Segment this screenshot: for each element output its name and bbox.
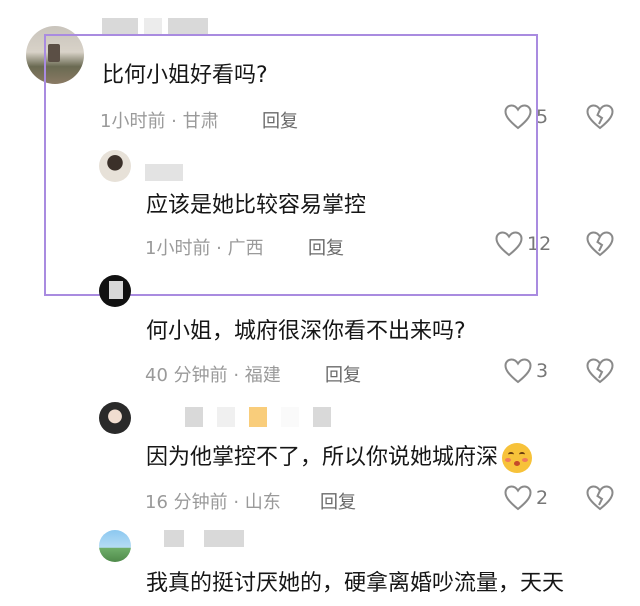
comment-text: 应该是她比较容易掌控 <box>146 193 367 218</box>
broken-heart-icon <box>586 485 614 511</box>
heart-icon <box>495 231 523 257</box>
dislike-button[interactable] <box>586 485 614 511</box>
like-button[interactable]: 5 <box>504 104 548 130</box>
like-count: 5 <box>536 106 549 128</box>
like-button[interactable]: 12 <box>495 231 551 257</box>
blushing-emoji-icon <box>502 443 533 473</box>
comment-text: 因为他掌控不了，所以你说她城府深 <box>146 443 533 473</box>
comment-meta: 40 分钟前 · 福建 <box>145 365 281 386</box>
comment-text: 何小姐，城府很深你看不出来吗? <box>146 319 466 344</box>
avatar[interactable] <box>99 275 131 307</box>
heart-icon <box>504 358 532 384</box>
reply-button[interactable]: 回复 <box>320 488 356 514</box>
reply-button[interactable]: 回复 <box>308 234 344 260</box>
comment-meta: 1小时前 · 甘肃 <box>100 111 219 132</box>
username-redacted[interactable] <box>164 530 244 547</box>
like-button[interactable]: 2 <box>504 485 548 511</box>
heart-icon <box>504 104 532 130</box>
broken-heart-icon <box>586 231 614 257</box>
heart-icon <box>504 485 532 511</box>
broken-heart-icon <box>586 358 614 384</box>
username-redacted[interactable] <box>145 164 183 181</box>
like-count: 3 <box>536 360 549 382</box>
reply-button[interactable]: 回复 <box>262 107 298 133</box>
broken-heart-icon <box>586 104 614 130</box>
dislike-button[interactable] <box>586 358 614 384</box>
reply-button[interactable]: 回复 <box>325 361 361 387</box>
avatar[interactable] <box>26 26 84 84</box>
username-redacted[interactable] <box>185 407 331 427</box>
username-redacted[interactable] <box>102 18 208 35</box>
avatar[interactable] <box>99 150 131 182</box>
comment-text: 我真的挺讨厌她的，硬拿离婚吵流量，天天 <box>146 571 565 596</box>
like-button[interactable]: 3 <box>504 358 548 384</box>
dislike-button[interactable] <box>586 231 614 257</box>
dislike-button[interactable] <box>586 104 614 130</box>
comment-meta: 1小时前 · 广西 <box>145 238 264 259</box>
comment-text: 比何小姐好看吗? <box>102 63 268 88</box>
avatar[interactable] <box>99 530 131 562</box>
like-count: 12 <box>527 233 552 255</box>
like-count: 2 <box>536 487 549 509</box>
comment-meta: 16 分钟前 · 山东 <box>145 492 281 513</box>
avatar[interactable] <box>99 402 131 434</box>
